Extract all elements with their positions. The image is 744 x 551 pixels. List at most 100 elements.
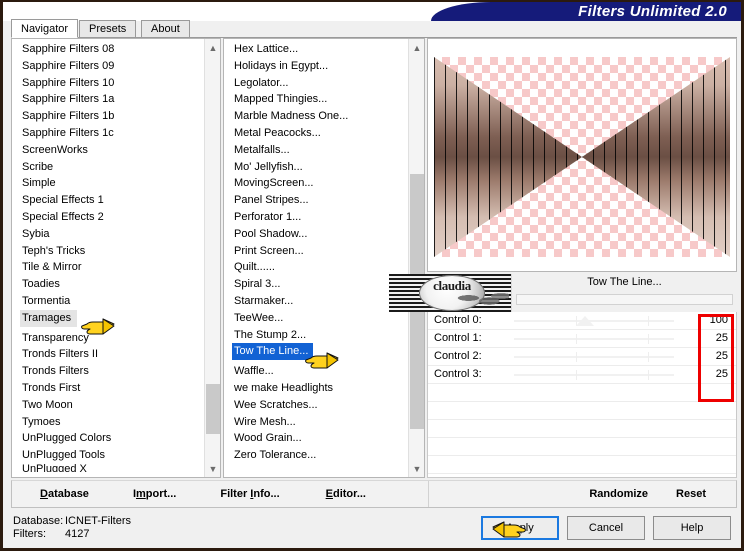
filter-list-item[interactable]: Marble Madness One... (232, 108, 407, 125)
filter-preview[interactable] (427, 38, 737, 272)
control-tick (648, 316, 649, 326)
filter-list-item[interactable]: Wire Mesh... (232, 414, 407, 431)
filter-list-item[interactable]: Holidays in Egypt... (232, 58, 407, 75)
filter-list-item[interactable]: Print Screen... (232, 243, 407, 260)
editor-button-label: ditor... (332, 488, 366, 500)
control-value: 100 (709, 314, 728, 326)
dialog-buttons: Apply Cancel Help (481, 516, 731, 540)
category-list-item[interactable]: Tronds Filters (20, 363, 203, 380)
control-row-empty (428, 420, 736, 438)
category-list-item[interactable]: Toadies (20, 276, 203, 293)
filter-info-button-label: nfo... (253, 488, 280, 500)
filter-list-item[interactable]: Panel Stripes... (232, 192, 407, 209)
filter-list-item[interactable]: Spiral 3... (232, 276, 407, 293)
apply-button[interactable]: Apply (481, 516, 559, 540)
category-list-item[interactable]: Tile & Mirror (20, 259, 203, 276)
control-slider-track[interactable] (514, 356, 674, 358)
scroll-down-icon[interactable]: ▼ (205, 460, 220, 477)
slider-thumb-icon[interactable] (576, 316, 594, 326)
filter-title-slot (516, 294, 733, 305)
category-list-item[interactable]: Scribe (20, 159, 203, 176)
category-list-item[interactable]: Tramages (20, 309, 78, 327)
control-slider-track[interactable] (514, 338, 674, 340)
filter-info-button[interactable]: Filter Info... (190, 488, 293, 500)
filter-list-item[interactable]: Wood Grain... (232, 430, 407, 447)
category-list-item[interactable]: Sapphire Filters 1b (20, 108, 203, 125)
filters-unlimited-window: Filters Unlimited 2.0 Navigator Presets … (0, 0, 744, 551)
filter-category-list[interactable]: Sapphire Filters 08 Sapphire Filters 09 Sa… (11, 38, 221, 478)
category-list-item[interactable]: Sapphire Filters 08 (20, 41, 203, 58)
control-label: Control 3: (434, 368, 482, 380)
control-label: Control 0: (434, 314, 482, 326)
category-list-item[interactable]: Special Effects 1 (20, 192, 203, 209)
tab-presets[interactable]: Presets (79, 20, 137, 38)
category-list-item[interactable]: Transparency (20, 330, 203, 347)
filter-list-item[interactable]: Mo' Jellyfish... (232, 159, 407, 176)
category-list-item[interactable]: UnPlugged Colors (20, 430, 203, 447)
category-list-item[interactable]: Sybia (20, 226, 203, 243)
filter-list-item[interactable]: MovingScreen... (232, 175, 407, 192)
category-list-item[interactable]: UnPlugged Tools (20, 447, 203, 464)
filter-list-scrollbar[interactable]: ▲ ▼ (408, 39, 424, 477)
category-list-item[interactable]: Tronds First (20, 380, 203, 397)
scroll-up-icon[interactable]: ▲ (409, 39, 424, 56)
category-list-item[interactable]: Sapphire Filters 10 (20, 75, 203, 92)
category-list-item[interactable]: Tronds Filters II (20, 346, 203, 363)
filter-list-item[interactable]: Starmaker... (232, 293, 407, 310)
import-button[interactable]: Import... (103, 488, 190, 500)
globe-icon: claudia (419, 275, 509, 311)
category-list-item[interactable]: Two Moon (20, 397, 203, 414)
control-row[interactable]: Control 1: 25 (428, 330, 736, 348)
database-button[interactable]: Database (12, 488, 103, 500)
filter-list-item[interactable]: Wee Scratches... (232, 397, 407, 414)
filter-list-item[interactable]: Metalfalls... (232, 142, 407, 159)
filter-list-item[interactable]: Perforator 1... (232, 209, 407, 226)
filter-header: claudia Tow The Line... (389, 274, 737, 312)
category-list-item[interactable]: ScreenWorks (20, 142, 203, 159)
category-list-item-clipped[interactable]: UnPlugged X (20, 464, 203, 472)
editor-button[interactable]: Editor... (294, 488, 380, 500)
cancel-button[interactable]: Cancel (567, 516, 645, 540)
reset-button[interactable]: Reset (662, 488, 732, 500)
filter-list-item[interactable]: Legolator... (232, 75, 407, 92)
category-list-item[interactable]: Tormentia (20, 293, 203, 310)
filter-list-item[interactable]: Waffle... (232, 363, 407, 380)
filter-list-item[interactable]: Tow The Line... (232, 343, 314, 361)
randomize-button[interactable]: Randomize (575, 488, 662, 500)
tab-navigator-label: Navigator (21, 23, 69, 35)
control-row[interactable]: Control 3: 25 (428, 366, 736, 384)
filter-list-item[interactable]: we make Headlights (232, 380, 407, 397)
help-button[interactable]: Help (653, 516, 731, 540)
filter-list-item[interactable]: Pool Shadow... (232, 226, 407, 243)
status-filters-key: Filters: (13, 528, 46, 540)
toolbar-divider (428, 481, 429, 507)
filter-effect-list[interactable]: Hex Lattice... Holidays in Egypt... Legola… (223, 38, 425, 478)
filter-list-item[interactable]: Hex Lattice... (232, 41, 407, 58)
category-list-item[interactable]: Teph's Tricks (20, 243, 203, 260)
filter-list-item[interactable]: Metal Peacocks... (232, 125, 407, 142)
category-list-scrollbar[interactable]: ▲ ▼ (204, 39, 220, 477)
control-slider-track[interactable] (514, 374, 674, 376)
filter-list-item[interactable]: Quilt...... (232, 259, 407, 276)
control-slider-track[interactable] (514, 320, 674, 322)
scroll-up-icon[interactable]: ▲ (205, 39, 220, 56)
category-list-item[interactable]: Simple (20, 175, 203, 192)
control-row[interactable]: Control 2: 25 (428, 348, 736, 366)
toolbar-right-group: Randomize Reset (575, 481, 732, 507)
category-list-item[interactable]: Tymoes (20, 414, 203, 431)
scroll-down-icon[interactable]: ▼ (409, 460, 424, 477)
scrollbar-thumb[interactable] (206, 384, 220, 434)
tab-navigator[interactable]: Navigator (11, 19, 79, 38)
category-list-item[interactable]: Sapphire Filters 1a (20, 91, 203, 108)
category-list-item[interactable]: Sapphire Filters 09 (20, 58, 203, 75)
import-button-label: port... (145, 488, 177, 500)
filter-list-item[interactable]: Zero Tolerance... (232, 447, 407, 464)
tab-presets-label: Presets (89, 23, 127, 35)
bottom-toolbar: Database Import... Filter Info... Editor… (11, 480, 737, 508)
filter-list-item[interactable]: TeeWee... (232, 310, 407, 327)
filter-list-item[interactable]: The Stump 2... (232, 327, 407, 344)
filter-list-item[interactable]: Mapped Thingies... (232, 91, 407, 108)
category-list-item[interactable]: Sapphire Filters 1c (20, 125, 203, 142)
category-list-item[interactable]: Special Effects 2 (20, 209, 203, 226)
tab-about[interactable]: About (141, 20, 190, 38)
